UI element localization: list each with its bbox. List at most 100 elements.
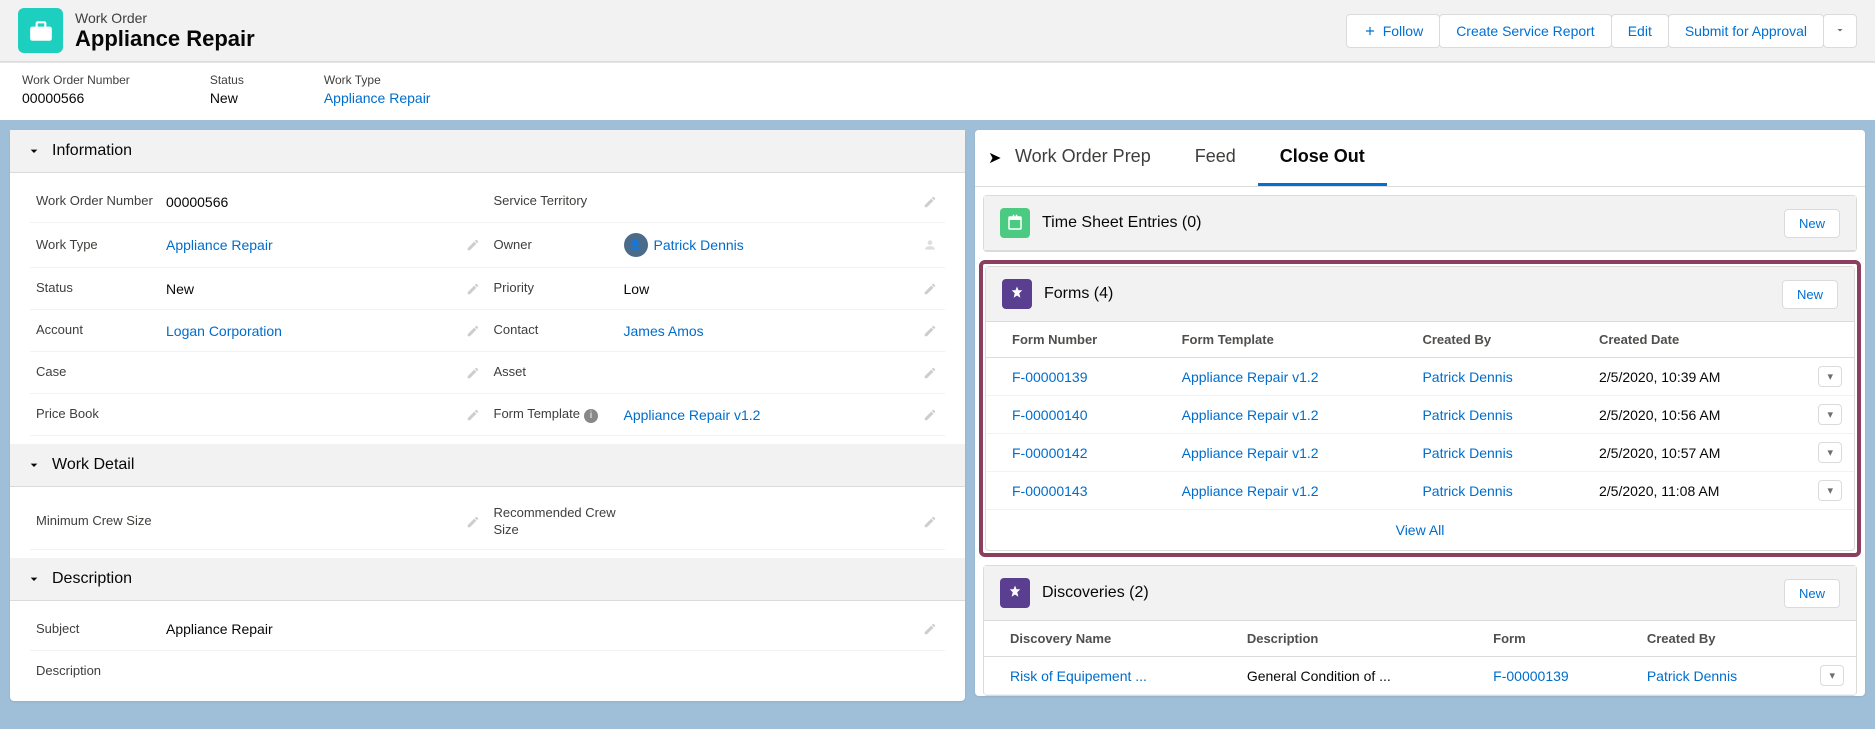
section-information-header[interactable]: Information xyxy=(10,130,965,173)
record-header: Work Order Appliance Repair Follow Creat… xyxy=(0,0,1875,62)
tab-close-out[interactable]: Close Out xyxy=(1258,130,1387,186)
table-row: F-00000142 Appliance Repair v1.2 Patrick… xyxy=(986,434,1854,472)
forms-new-button[interactable]: New xyxy=(1782,280,1838,309)
discoveries-title[interactable]: Discoveries (2) xyxy=(1042,584,1149,602)
edit-icon[interactable] xyxy=(921,280,939,298)
created-by-link[interactable]: Patrick Dennis xyxy=(1422,445,1512,461)
tab-work-order-prep[interactable]: Work Order Prep xyxy=(993,130,1173,186)
edit-icon[interactable] xyxy=(464,280,482,298)
form-number-link[interactable]: F-00000143 xyxy=(1012,483,1088,499)
section-information-title: Information xyxy=(52,142,132,160)
col-form-number: Form Number xyxy=(986,322,1156,358)
form-number-link[interactable]: F-00000139 xyxy=(1012,369,1088,385)
field-form-template-link[interactable]: Appliance Repair v1.2 xyxy=(624,407,761,423)
follow-button[interactable]: Follow xyxy=(1346,14,1440,48)
form-template-link[interactable]: Appliance Repair v1.2 xyxy=(1182,407,1319,423)
field-contact-link[interactable]: James Amos xyxy=(624,323,704,339)
section-work-detail-header[interactable]: Work Detail xyxy=(10,444,965,487)
field-account-link[interactable]: Logan Corporation xyxy=(166,323,282,339)
header-actions: Follow Create Service Report Edit Submit… xyxy=(1347,14,1857,48)
discovery-name-link[interactable]: Risk of Equipement ... xyxy=(1010,668,1147,684)
forms-view-all-link[interactable]: View All xyxy=(1396,522,1445,538)
edit-icon[interactable] xyxy=(464,322,482,340)
field-price-book-label: Price Book xyxy=(36,406,166,423)
form-template-link[interactable]: Appliance Repair v1.2 xyxy=(1182,369,1319,385)
edit-icon[interactable] xyxy=(921,364,939,382)
discovery-created-by-link[interactable]: Patrick Dennis xyxy=(1647,668,1737,684)
section-description-header[interactable]: Description xyxy=(10,558,965,601)
created-by-link[interactable]: Patrick Dennis xyxy=(1422,369,1512,385)
field-priority-label: Priority xyxy=(494,280,624,297)
tab-feed[interactable]: Feed xyxy=(1173,130,1258,186)
field-owner-link[interactable]: Patrick Dennis xyxy=(654,237,744,253)
highlights-panel: Work Order Number 00000566 Status New Wo… xyxy=(0,62,1875,120)
edit-icon[interactable] xyxy=(464,236,482,254)
edit-icon[interactable] xyxy=(464,364,482,382)
field-rec-crew-label: Recommended Crew Size xyxy=(494,505,624,539)
discovery-form-link[interactable]: F-00000139 xyxy=(1493,668,1569,684)
field-contact-label: Contact xyxy=(494,322,624,339)
status-label: Status xyxy=(210,73,244,87)
form-number-link[interactable]: F-00000140 xyxy=(1012,407,1088,423)
col-created-date: Created Date xyxy=(1573,322,1792,358)
edit-icon[interactable] xyxy=(921,513,939,531)
row-action-button[interactable]: ▾ xyxy=(1820,665,1844,686)
field-status-value: New xyxy=(166,281,464,297)
work-type-label: Work Type xyxy=(324,73,431,87)
form-template-link[interactable]: Appliance Repair v1.2 xyxy=(1182,445,1319,461)
edit-icon[interactable] xyxy=(921,406,939,424)
information-body: Work Order Number00000566 Service Territ… xyxy=(10,173,965,444)
field-status-label: Status xyxy=(36,280,166,297)
edit-icon[interactable] xyxy=(921,620,939,638)
time-sheet-entries-header: Time Sheet Entries (0) New xyxy=(984,196,1856,251)
edit-icon[interactable] xyxy=(464,513,482,531)
field-work-type-link[interactable]: Appliance Repair xyxy=(166,237,273,253)
discoveries-new-button[interactable]: New xyxy=(1784,579,1840,608)
form-template-link[interactable]: Appliance Repair v1.2 xyxy=(1182,483,1319,499)
edit-icon[interactable] xyxy=(921,322,939,340)
field-wo-number-label: Work Order Number xyxy=(36,193,166,210)
discoveries-header: Discoveries (2) New xyxy=(984,566,1856,621)
discoveries-table: Discovery Name Description Form Created … xyxy=(984,621,1856,695)
created-by-link[interactable]: Patrick Dennis xyxy=(1422,483,1512,499)
field-owner-label: Owner xyxy=(494,237,624,254)
table-row: Risk of Equipement ... General Condition… xyxy=(984,657,1856,695)
work-detail-body: Minimum Crew Size Recommended Crew Size xyxy=(10,487,965,558)
change-owner-icon[interactable] xyxy=(921,236,939,254)
info-icon[interactable]: i xyxy=(584,409,598,423)
edit-icon[interactable] xyxy=(921,193,939,211)
col-form-template: Form Template xyxy=(1156,322,1397,358)
section-description-title: Description xyxy=(52,570,132,588)
create-service-report-button[interactable]: Create Service Report xyxy=(1439,14,1612,48)
col-discovery-desc: Description xyxy=(1221,621,1467,657)
work-type-link[interactable]: Appliance Repair xyxy=(324,90,431,106)
edit-button[interactable]: Edit xyxy=(1611,14,1669,48)
chevron-down-icon xyxy=(26,143,42,159)
row-action-button[interactable]: ▾ xyxy=(1818,480,1842,501)
created-date: 2/5/2020, 11:08 AM xyxy=(1573,472,1792,510)
edit-icon[interactable] xyxy=(464,406,482,424)
forms-title[interactable]: Forms (4) xyxy=(1044,285,1113,303)
row-action-button[interactable]: ▾ xyxy=(1818,404,1842,425)
submit-approval-button[interactable]: Submit for Approval xyxy=(1668,14,1824,48)
more-actions-button[interactable] xyxy=(1823,14,1857,48)
description-body: SubjectAppliance Repair Description xyxy=(10,601,965,701)
follow-label: Follow xyxy=(1383,23,1423,39)
field-subject-value: Appliance Repair xyxy=(166,621,921,637)
row-action-button[interactable]: ▾ xyxy=(1818,442,1842,463)
created-by-link[interactable]: Patrick Dennis xyxy=(1422,407,1512,423)
col-discovery-form: Form xyxy=(1467,621,1621,657)
tabs: Work Order Prep Feed Close Out xyxy=(975,130,1865,187)
field-wo-number-value: 00000566 xyxy=(166,194,482,210)
time-sheet-new-button[interactable]: New xyxy=(1784,209,1840,238)
created-date: 2/5/2020, 10:39 AM xyxy=(1573,358,1792,396)
field-priority-value: Low xyxy=(624,281,922,297)
row-action-button[interactable]: ▾ xyxy=(1818,366,1842,387)
created-date: 2/5/2020, 10:56 AM xyxy=(1573,396,1792,434)
time-sheet-entries-title[interactable]: Time Sheet Entries (0) xyxy=(1042,214,1201,232)
table-row: F-00000140 Appliance Repair v1.2 Patrick… xyxy=(986,396,1854,434)
forms-highlight-annotation: Forms (4) New Form Number Form Template … xyxy=(979,260,1861,557)
timesheet-icon xyxy=(1000,208,1030,238)
highlight-wo-number: Work Order Number 00000566 xyxy=(22,73,130,106)
form-number-link[interactable]: F-00000142 xyxy=(1012,445,1088,461)
